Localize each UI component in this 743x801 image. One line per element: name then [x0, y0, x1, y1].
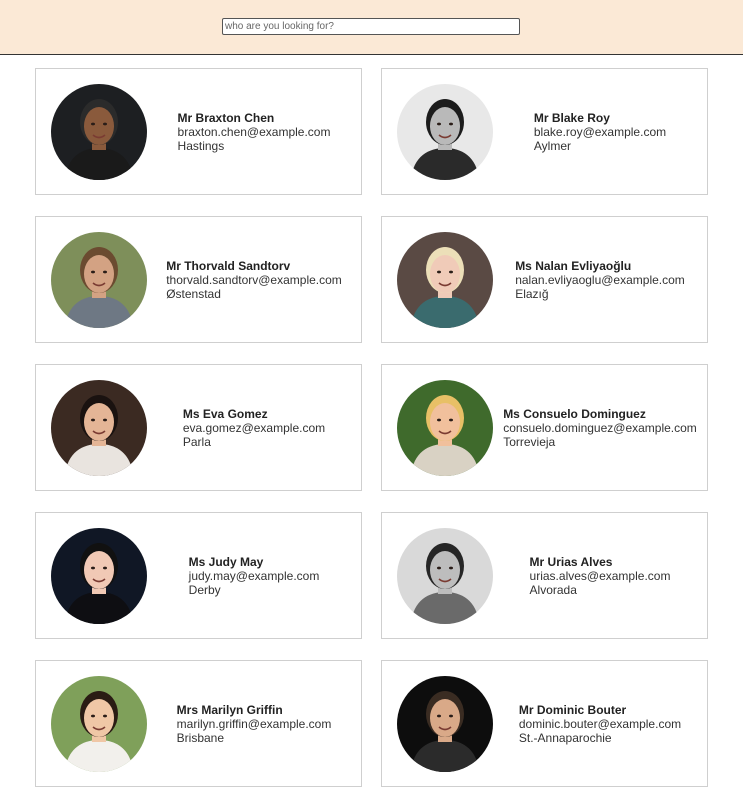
user-info: Ms Consuelo Dominguez consuelo.dominguez@…	[493, 365, 707, 490]
user-name: Ms Eva Gomez	[182, 406, 268, 421]
avatar	[51, 528, 147, 624]
header-bar	[0, 0, 743, 55]
user-info: Mr Urias Alves urias.alves@example.com Alv…	[493, 513, 707, 638]
search-input[interactable]	[222, 18, 520, 35]
user-email: consuelo.dominguez@example.com	[503, 420, 697, 435]
avatar	[397, 380, 493, 476]
user-info: Ms Nalan Evliyaoğlu nalan.evliyaoglu@exam…	[493, 217, 707, 342]
user-info: Mr Braxton Chen braxton.chen@example.com H…	[147, 69, 361, 194]
user-email: marilyn.griffin@example.com	[176, 716, 332, 731]
user-card[interactable]: Ms Nalan Evliyaoğlu nalan.evliyaoglu@exam…	[381, 216, 708, 343]
user-name: Mrs Marilyn Griffin	[176, 702, 283, 717]
avatar	[51, 232, 147, 328]
user-city: St.-Annaparochie	[518, 730, 612, 745]
user-email: blake.roy@example.com	[533, 124, 667, 139]
user-email: eva.gomez@example.com	[182, 420, 326, 435]
avatar	[51, 676, 147, 772]
user-card[interactable]: Mr Braxton Chen braxton.chen@example.com H…	[35, 68, 362, 195]
avatar	[397, 528, 493, 624]
avatar	[51, 380, 147, 476]
user-city: Alvorada	[529, 582, 577, 597]
user-info: Ms Eva Gomez eva.gomez@example.com Parla	[147, 365, 361, 490]
user-info: Mr Thorvald Sandtorv thorvald.sandtorv@ex…	[147, 217, 361, 342]
user-info: Mrs Marilyn Griffin marilyn.griffin@examp…	[147, 661, 361, 786]
user-email: braxton.chen@example.com	[177, 124, 331, 139]
user-card[interactable]: Ms Judy May judy.may@example.com Derby	[35, 512, 362, 639]
user-email: thorvald.sandtorv@example.com	[166, 272, 342, 287]
user-info: Mr Blake Roy blake.roy@example.com Aylmer	[493, 69, 707, 194]
user-name: Mr Braxton Chen	[177, 110, 275, 125]
user-card[interactable]: Mr Urias Alves urias.alves@example.com Alv…	[381, 512, 708, 639]
user-city: Aylmer	[533, 138, 571, 153]
user-email: nalan.evliyaoglu@example.com	[515, 272, 685, 287]
avatar	[397, 676, 493, 772]
user-city: Derby	[188, 582, 221, 597]
user-card[interactable]: Mr Thorvald Sandtorv thorvald.sandtorv@ex…	[35, 216, 362, 343]
user-city: Torrevieja	[503, 434, 556, 449]
user-name: Mr Thorvald Sandtorv	[166, 258, 291, 273]
user-name: Mr Blake Roy	[533, 110, 610, 125]
user-info: Mr Dominic Bouter dominic.bouter@example.…	[493, 661, 707, 786]
user-card[interactable]: Mr Dominic Bouter dominic.bouter@example.…	[381, 660, 708, 787]
user-city: Parla	[182, 434, 211, 449]
user-city: Brisbane	[176, 730, 225, 745]
user-name: Mr Urias Alves	[529, 554, 613, 569]
user-info: Ms Judy May judy.may@example.com Derby	[147, 513, 361, 638]
user-name: Mr Dominic Bouter	[518, 702, 627, 717]
avatar	[51, 84, 147, 180]
user-card[interactable]: Ms Consuelo Dominguez consuelo.dominguez@…	[381, 364, 708, 491]
user-email: urias.alves@example.com	[529, 568, 671, 583]
user-email: judy.may@example.com	[188, 568, 320, 583]
user-city: Østenstad	[166, 286, 221, 301]
user-card[interactable]: Mr Blake Roy blake.roy@example.com Aylmer	[381, 68, 708, 195]
user-name: Ms Nalan Evliyaoğlu	[515, 258, 632, 273]
user-name: Ms Consuelo Dominguez	[503, 406, 646, 421]
user-card[interactable]: Mrs Marilyn Griffin marilyn.griffin@examp…	[35, 660, 362, 787]
user-city: Hastings	[177, 138, 225, 153]
user-card[interactable]: Ms Eva Gomez eva.gomez@example.com Parla	[35, 364, 362, 491]
avatar	[397, 232, 493, 328]
user-name: Ms Judy May	[188, 554, 264, 569]
user-email: dominic.bouter@example.com	[518, 716, 682, 731]
avatar	[397, 84, 493, 180]
user-city: Elazığ	[515, 286, 549, 301]
